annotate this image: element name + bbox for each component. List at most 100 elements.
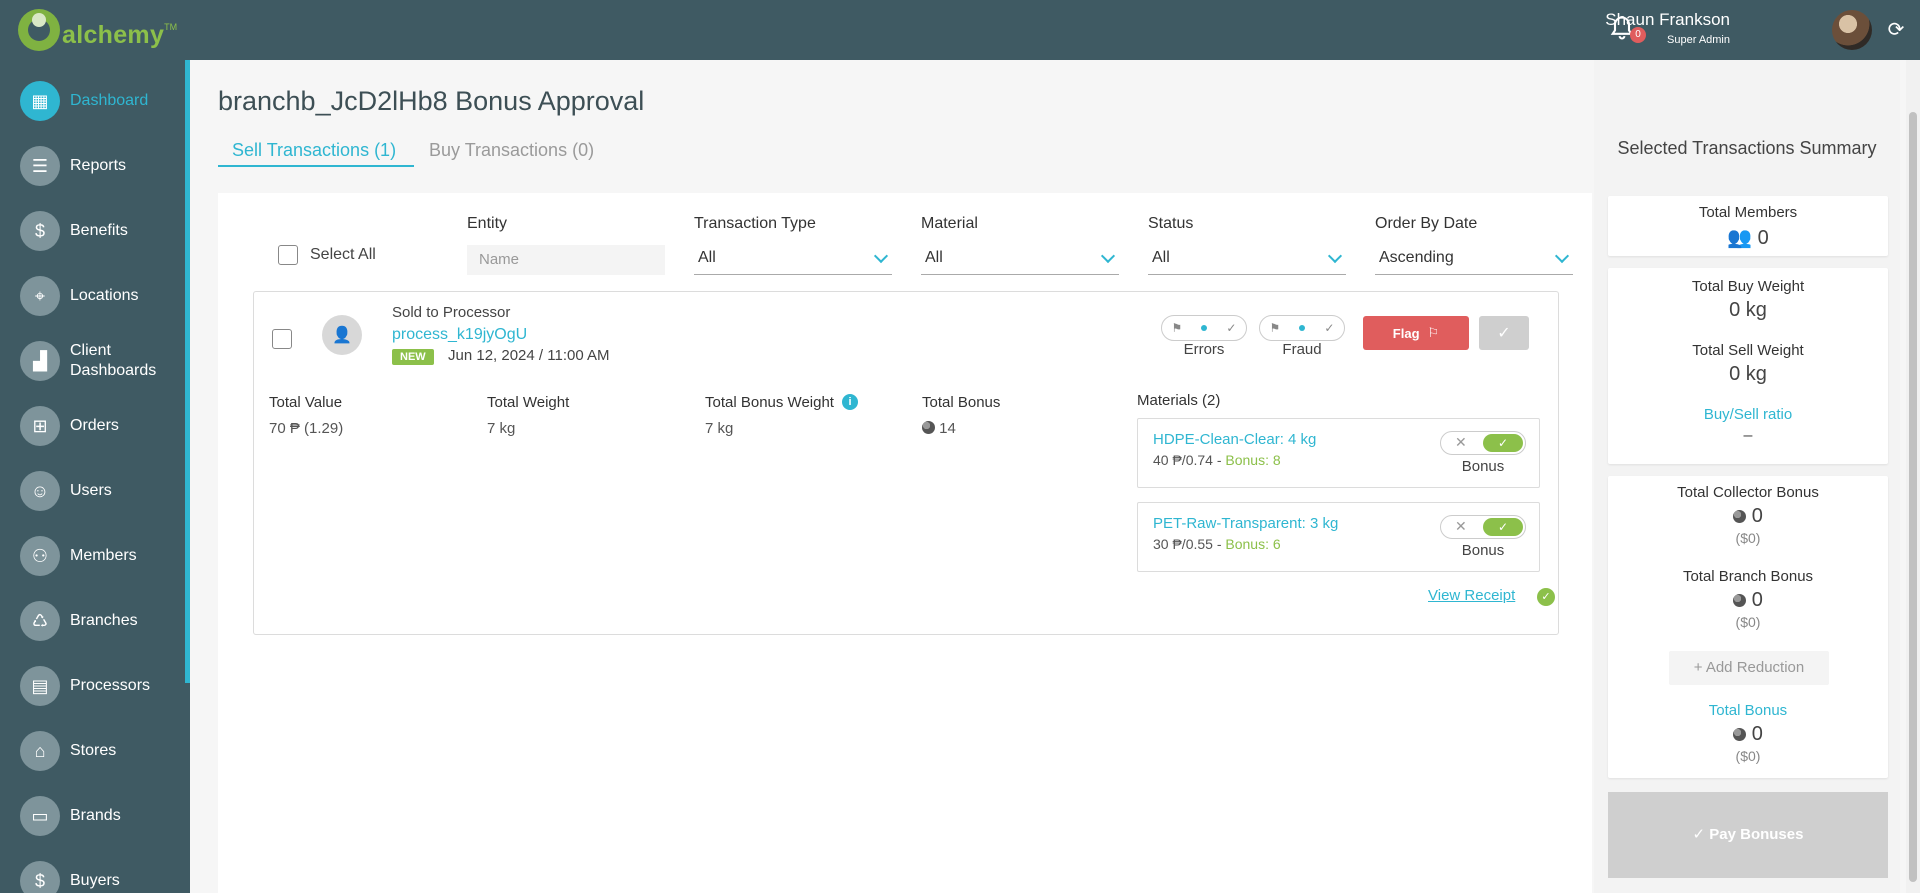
summary-title: Selected Transactions Summary [1617, 138, 1877, 158]
check-icon: ✓ [1483, 518, 1523, 536]
sidebar-item-locations[interactable]: ⌖ Locations [0, 266, 185, 326]
neutral-dot-icon [1201, 325, 1208, 331]
transaction-checkbox[interactable] [272, 329, 292, 349]
user-name[interactable]: Shaun Frankson [1605, 10, 1730, 30]
chevron-down-icon [1327, 248, 1343, 264]
refresh-icon[interactable]: ⟳ [1884, 18, 1908, 42]
alchemy-logo[interactable]: alchemy TM [18, 8, 177, 52]
errors-status-switch[interactable]: ⚑ ✓ [1161, 315, 1247, 341]
recycle-icon: ♺ [20, 601, 60, 641]
add-reduction-button[interactable]: + Add Reduction [1669, 651, 1829, 685]
sidebar-item-label: Brands [70, 807, 121, 824]
bonus-toggle[interactable]: ✕ ✓ [1440, 431, 1526, 455]
total-bonus-weight-metric: Total Bonus Weight i 7 kg [705, 392, 858, 437]
user-avatar[interactable] [1832, 10, 1872, 50]
transaction-type-select[interactable]: All [694, 245, 892, 275]
coin-icon [1733, 594, 1747, 607]
check-circle-icon: ✓ [1537, 588, 1555, 606]
total-bonus-weight: 7 kg [705, 420, 734, 437]
transaction-type: Sold to Processor [392, 304, 511, 321]
approve-button[interactable]: ✓ [1479, 316, 1529, 350]
view-receipt-link[interactable]: View Receipt [1428, 587, 1515, 604]
total-members-value-row: 👥 0 [1608, 225, 1888, 250]
flag-icon: ⚑ [1269, 321, 1281, 335]
scrollbar-thumb[interactable] [1909, 112, 1917, 882]
sidebar-item-label: Buyers [70, 872, 120, 889]
flag-icon: ⚑ [1171, 321, 1183, 335]
sidebar-item-branches[interactable]: ♺ Branches [0, 591, 185, 651]
total-bonus-usd: ($0) [1735, 748, 1761, 764]
select-all-checkbox[interactable] [278, 245, 298, 265]
coin-icon [1733, 728, 1747, 741]
logo-mark-icon [18, 9, 60, 51]
material-select[interactable]: All [921, 245, 1119, 275]
material-bonus: Bonus: 8 [1225, 452, 1281, 468]
sidebar-item-label: Locations [70, 287, 139, 304]
total-members-row: Total Members 👥 0 [1608, 204, 1888, 250]
sidebar-item-members[interactable]: ⚇ Members [0, 526, 185, 586]
summary-panel: Selected Transactions Summary Total Memb… [1594, 60, 1900, 893]
collector-bonus-usd: ($0) [1735, 530, 1761, 546]
sidebar-item-dashboard[interactable]: ▦ Dashboard [0, 71, 185, 131]
buy-sell-ratio-row: Buy/Sell ratio – [1608, 406, 1888, 445]
sidebar-item-brands[interactable]: ▭ Brands [0, 786, 185, 846]
store-icon: ⌂ [20, 731, 60, 771]
sidebar-item-label: Dashboard [70, 92, 149, 109]
flag-button-label: Flag [1392, 325, 1420, 341]
total-sell-weight: 0 kg [1729, 363, 1767, 385]
bonus-toggle-label: Bonus [1461, 542, 1505, 559]
sidebar-item-buyers[interactable]: $ Buyers [0, 851, 185, 893]
buy-sell-ratio-label: Buy/Sell ratio [1703, 406, 1793, 423]
bonus-toggle[interactable]: ✕ ✓ [1440, 515, 1526, 539]
entity-label: Entity [467, 215, 508, 232]
material-item: HDPE-Clean-Clear: 4 kg 40 ₱/0.74 - Bonus… [1137, 418, 1540, 488]
check-icon: ✓ [1497, 325, 1511, 342]
status-select[interactable]: All [1148, 245, 1346, 275]
branch-bonus-value-row: 0 [1608, 589, 1888, 612]
materials-title: Materials (2) [1137, 392, 1221, 409]
sidebar-item-stores[interactable]: ⌂ Stores [0, 721, 185, 781]
transaction-type-filter: Transaction Type All [694, 215, 892, 275]
material-price-row: 40 ₱/0.74 - Bonus: 8 [1153, 452, 1281, 468]
building-icon: ▤ [20, 666, 60, 706]
total-weight-label: Total Weight [487, 393, 570, 411]
tab-sell-transactions[interactable]: Sell Transactions (1) [232, 140, 396, 161]
tab-buy-transactions[interactable]: Buy Transactions (0) [429, 140, 594, 161]
close-icon: ✕ [1455, 434, 1467, 450]
branch-bonus-label: Total Branch Bonus [1682, 568, 1814, 585]
sidebar-item-users[interactable]: ☺ Users [0, 461, 185, 521]
info-icon[interactable]: i [841, 394, 858, 410]
chevron-down-icon [1554, 248, 1570, 264]
sidebar-item-processors[interactable]: ▤ Processors [0, 656, 185, 716]
sidebar-item-reports[interactable]: ☰ Reports [0, 136, 185, 196]
material-price: 40 ₱/0.74 - [1153, 452, 1226, 468]
total-bonus-metric: Total Bonus 14 [922, 392, 1000, 437]
flag-button[interactable]: Flag ⚐ [1363, 316, 1469, 350]
order-by-date-select[interactable]: Ascending [1375, 245, 1573, 275]
processor-link[interactable]: process_k19jyOgU [392, 326, 527, 344]
branch-bonus: 0 [1751, 589, 1763, 611]
material-price-row: 30 ₱/0.55 - Bonus: 6 [1153, 536, 1281, 552]
sidebar-item-label: Stores [70, 742, 117, 759]
sidebar-item-label: Processors [70, 677, 151, 694]
top-bar: alchemy TM 0 Shaun Frankson Super Admin … [0, 0, 1920, 60]
total-buy-weight-row: Total Buy Weight 0 kg [1608, 278, 1888, 322]
orders-icon: ⊞ [20, 406, 60, 446]
sidebar-item-benefits[interactable]: $ Benefits [0, 201, 185, 261]
fraud-label: Fraud [1282, 341, 1322, 358]
sidebar-item-client-dashboards[interactable]: ▟ Client Dashboards [0, 331, 185, 391]
entity-input[interactable]: Name [467, 245, 665, 275]
select-all[interactable]: Select All [278, 245, 376, 265]
dollar-icon: $ [20, 861, 60, 893]
total-bonus-row: Total Bonus 0 ($0) [1608, 702, 1888, 764]
chevron-down-icon [873, 248, 889, 264]
sidebar-item-orders[interactable]: ⊞ Orders [0, 396, 185, 456]
pay-bonuses-button[interactable]: ✓ Pay Bonuses [1608, 792, 1888, 878]
transaction-card: 👤 Sold to Processor process_k19jyOgU NEW… [253, 291, 1559, 635]
material-name[interactable]: PET-Raw-Transparent: 3 kg [1153, 515, 1338, 532]
fraud-status-switch[interactable]: ⚑ ✓ [1259, 315, 1345, 341]
status-filter: Status All [1148, 215, 1346, 275]
collector-bonus-label: Total Collector Bonus [1677, 484, 1819, 501]
buy-sell-ratio: – [1743, 427, 1753, 444]
material-name[interactable]: HDPE-Clean-Clear: 4 kg [1153, 431, 1316, 448]
